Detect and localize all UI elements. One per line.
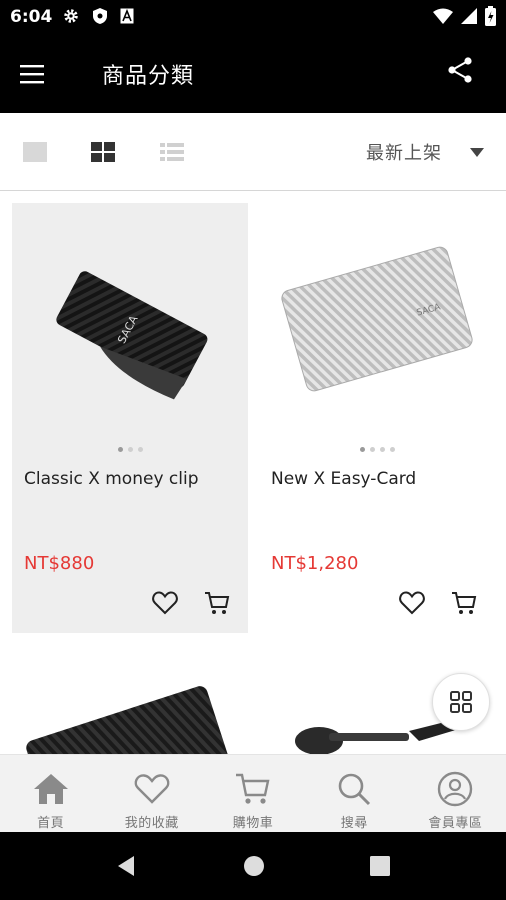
single-view-icon xyxy=(23,142,47,162)
cart-outline-icon xyxy=(205,592,230,614)
settings-gear-icon xyxy=(64,9,78,23)
battery-icon xyxy=(485,6,496,26)
product-grid: SACA Classic X money clip NT$880 SACA Ne… xyxy=(0,191,506,754)
category-grid-fab[interactable] xyxy=(432,673,490,731)
product-card[interactable] xyxy=(12,671,248,754)
carousel-dot xyxy=(379,447,385,452)
heart-outline-icon xyxy=(399,591,425,615)
nav-item-home[interactable]: 首頁 xyxy=(0,755,101,832)
sort-dropdown[interactable]: 最新上架 xyxy=(366,139,484,165)
page-title: 商品分類 xyxy=(102,64,195,89)
system-navigation-bar xyxy=(0,832,506,900)
image-carousel-dots xyxy=(12,447,248,452)
carousel-dot xyxy=(359,447,365,452)
money-clip-image: SACA xyxy=(56,271,208,400)
carousel-dot xyxy=(127,447,133,452)
share-button[interactable] xyxy=(446,56,480,90)
nav-item-favorites[interactable]: 我的收藏 xyxy=(101,755,202,832)
signal-icon xyxy=(461,8,477,24)
dropdown-arrow-icon xyxy=(470,147,484,157)
sort-selected-label: 最新上架 xyxy=(366,143,442,164)
status-icons-left xyxy=(62,7,134,25)
nav-item-search[interactable]: 搜尋 xyxy=(304,755,405,832)
nav-label: 搜尋 xyxy=(340,816,368,831)
grid-menu-icon xyxy=(450,691,472,713)
account-icon xyxy=(435,769,475,809)
nav-label: 我的收藏 xyxy=(124,816,179,831)
nav-item-cart[interactable]: 購物車 xyxy=(202,755,303,832)
view-toolbar: 最新上架 xyxy=(0,113,506,191)
add-to-cart-button[interactable] xyxy=(451,591,479,617)
recents-button[interactable] xyxy=(366,852,394,880)
list-view-button[interactable] xyxy=(159,141,185,163)
share-icon xyxy=(448,57,472,83)
app-bar: 商品分類 xyxy=(0,34,506,113)
home-circle-icon xyxy=(244,856,264,876)
back-triangle-icon xyxy=(118,856,134,876)
nav-label: 首頁 xyxy=(37,816,65,831)
easy-card-image: SACA xyxy=(281,246,473,392)
product-card[interactable]: SACA Classic X money clip NT$880 xyxy=(12,203,248,633)
carbon-card-image xyxy=(26,686,237,754)
heart-outline-icon xyxy=(152,591,178,615)
home-button[interactable] xyxy=(240,852,268,880)
back-button[interactable] xyxy=(112,852,140,880)
search-icon xyxy=(334,769,374,809)
status-bar: 6:04 xyxy=(0,0,506,34)
product-price: NT$1,280 xyxy=(271,553,359,574)
hamburger-menu-icon xyxy=(20,65,44,84)
cart-outline-icon xyxy=(452,592,477,614)
product-card[interactable]: SACA New X Easy-Card NT$1,280 xyxy=(259,203,495,633)
product-name: Classic X money clip xyxy=(24,469,199,489)
single-view-button[interactable] xyxy=(22,141,48,163)
add-to-cart-button[interactable] xyxy=(204,591,232,617)
carousel-dot xyxy=(369,447,375,452)
heart-icon xyxy=(132,769,172,809)
product-image: SACA xyxy=(32,223,228,423)
nav-label: 會員專區 xyxy=(428,816,483,831)
image-carousel-dots xyxy=(259,447,495,452)
wifi-icon xyxy=(433,8,453,24)
grid-view-button[interactable] xyxy=(90,141,116,163)
carousel-dot xyxy=(137,447,143,452)
nav-label: 購物車 xyxy=(232,816,274,831)
nav-item-account[interactable]: 會員專區 xyxy=(405,755,506,832)
product-name: New X Easy-Card xyxy=(271,469,417,489)
app-notification-icon xyxy=(120,8,134,24)
status-icons-right xyxy=(433,6,496,26)
home-icon xyxy=(31,769,71,809)
recents-square-icon xyxy=(370,856,390,876)
add-to-favorites-button[interactable] xyxy=(152,591,180,617)
carousel-dot xyxy=(389,447,395,452)
carousel-dot xyxy=(117,447,123,452)
status-time: 6:04 xyxy=(10,7,53,27)
grid-view-icon xyxy=(91,142,115,162)
menu-button[interactable] xyxy=(20,58,60,90)
shield-icon xyxy=(93,8,107,24)
product-image: SACA xyxy=(279,223,475,423)
list-view-icon xyxy=(160,143,184,161)
bottom-navigation: 首頁 我的收藏 購物車 搜尋 會員專區 xyxy=(0,754,506,832)
cart-icon xyxy=(233,769,273,809)
product-price: NT$880 xyxy=(24,553,95,574)
add-to-favorites-button[interactable] xyxy=(399,591,427,617)
